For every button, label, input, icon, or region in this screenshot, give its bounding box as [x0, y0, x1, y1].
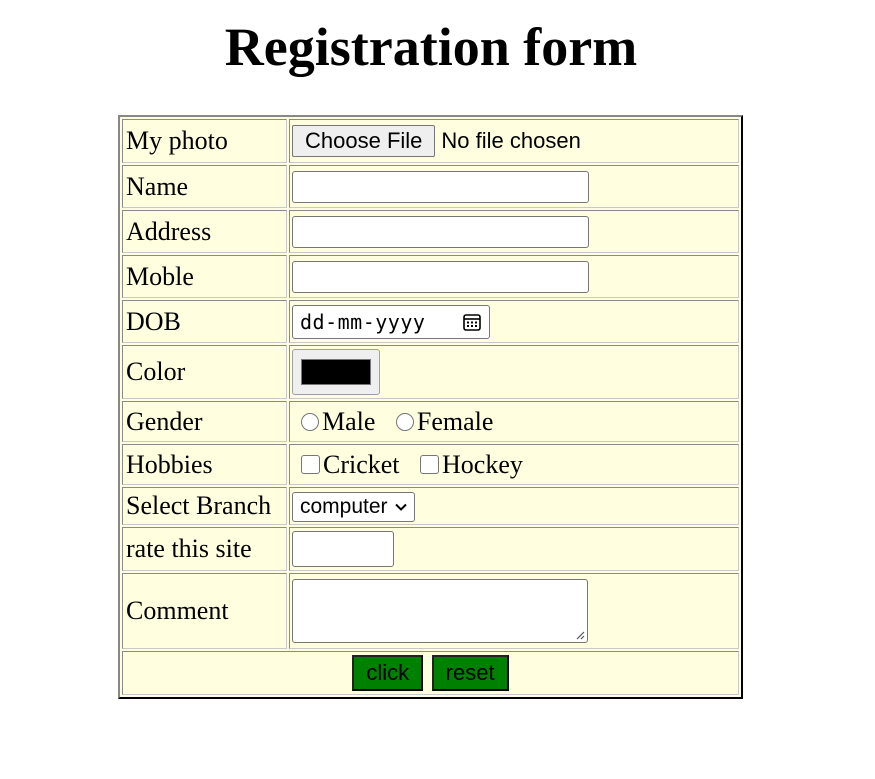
- address-cell: [289, 210, 739, 253]
- reset-button[interactable]: reset: [431, 655, 509, 691]
- photo-label: My photo: [122, 119, 287, 163]
- name-input[interactable]: [292, 170, 589, 203]
- name-row: Name: [122, 165, 739, 208]
- color-swatch: [301, 359, 371, 385]
- branch-cell: computer: [289, 487, 739, 525]
- address-input[interactable]: [292, 215, 589, 248]
- rate-cell: [289, 527, 739, 571]
- photo-cell: Choose File No file chosen: [289, 119, 739, 163]
- address-row: Address: [122, 210, 739, 253]
- comment-label: Comment: [122, 573, 287, 649]
- photo-row: My photo Choose File No file chosen: [122, 119, 739, 163]
- dob-row: DOB dd-mm-yyyy: [122, 300, 739, 343]
- hobbies-label: Hobbies: [122, 444, 287, 485]
- dob-date-input[interactable]: dd-mm-yyyy: [292, 304, 490, 339]
- rate-label: rate this site: [122, 527, 287, 571]
- hobby-cricket-checkbox[interactable]: [301, 454, 320, 474]
- dob-placeholder: dd-mm-yyyy: [300, 309, 426, 334]
- color-row: Color: [122, 345, 739, 399]
- gender-female-radio[interactable]: [395, 412, 414, 431]
- gender-male-radio[interactable]: [301, 412, 319, 431]
- dob-cell: dd-mm-yyyy: [289, 300, 739, 343]
- hobby-hockey-label: Hockey: [442, 449, 523, 479]
- address-label: Address: [122, 210, 287, 253]
- hobbies-row: Hobbies Cricket Hockey: [122, 444, 739, 485]
- gender-row: Gender Male Female: [122, 401, 739, 442]
- branch-select[interactable]: computer: [292, 491, 415, 522]
- gender-female-label: Female: [416, 406, 494, 436]
- branch-selected-value: computer: [300, 494, 388, 518]
- branch-label: Select Branch: [122, 487, 287, 525]
- comment-textarea[interactable]: [292, 579, 588, 643]
- resize-handle-icon[interactable]: [575, 630, 585, 640]
- gender-cell: Male Female: [289, 401, 739, 442]
- comment-cell: [289, 573, 739, 649]
- actions-cell: click reset: [122, 651, 739, 695]
- hobby-cricket-label: Cricket: [323, 449, 400, 479]
- mobile-input[interactable]: [292, 260, 589, 293]
- calendar-icon[interactable]: [462, 312, 482, 332]
- name-cell: [289, 165, 739, 208]
- choose-file-button[interactable]: Choose File: [292, 125, 436, 158]
- gender-male-label: Male: [322, 406, 376, 436]
- hobbies-cell: Cricket Hockey: [289, 444, 739, 485]
- actions-row: click reset: [122, 651, 739, 695]
- mobile-label: Moble: [122, 255, 287, 298]
- hobby-hockey-checkbox[interactable]: [420, 454, 440, 474]
- color-picker[interactable]: [292, 349, 380, 395]
- color-label: Color: [122, 345, 287, 399]
- branch-row: Select Branch computer: [122, 487, 739, 525]
- gender-label: Gender: [122, 401, 287, 442]
- file-status-text: No file chosen: [441, 128, 581, 154]
- comment-row: Comment: [122, 573, 739, 649]
- click-button[interactable]: click: [352, 655, 424, 691]
- mobile-cell: [289, 255, 739, 298]
- mobile-row: Moble: [122, 255, 739, 298]
- registration-form-table: My photo Choose File No file chosen Name …: [118, 115, 743, 699]
- chevron-down-icon: [394, 503, 407, 511]
- dob-label: DOB: [122, 300, 287, 343]
- color-cell: [289, 345, 739, 399]
- rate-input[interactable]: [292, 531, 394, 567]
- page-title: Registration form: [224, 17, 638, 77]
- rate-row: rate this site: [122, 527, 739, 571]
- name-label: Name: [122, 165, 287, 208]
